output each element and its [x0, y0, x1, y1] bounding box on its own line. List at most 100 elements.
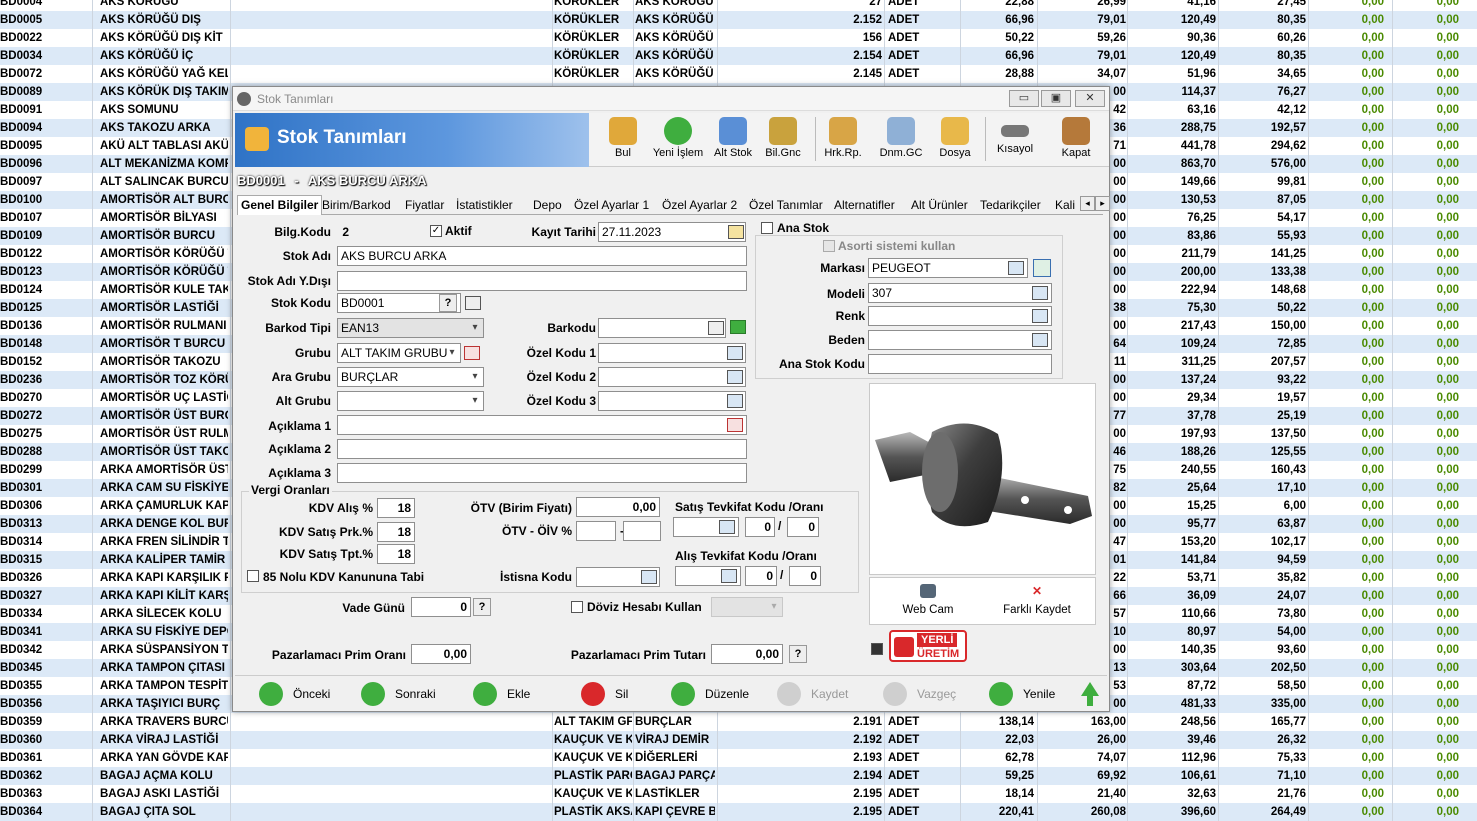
tab-ozel-ayarlar-2[interactable]: Özel Ayarlar 2	[659, 196, 740, 214]
previous-button[interactable]: Önceki	[259, 682, 349, 706]
tab-fiyatlar[interactable]: Fiyatlar	[402, 196, 447, 214]
tab-depo[interactable]: Depo	[530, 196, 565, 214]
document-icon[interactable]	[465, 296, 481, 310]
grid-row[interactable]: BD0359 ARKA TRAVERS BURCU ALT TAKIM GF BURÇ…	[0, 713, 1477, 731]
barkod-tipi-select[interactable]: EAN13	[337, 318, 484, 338]
tab-tedarikciler[interactable]: Tedarikçiler	[977, 196, 1044, 214]
grubu-select[interactable]: ALT TAKIM GRUBU	[337, 343, 461, 363]
go-up-button[interactable]	[1081, 682, 1101, 706]
asorti-checkbox[interactable]	[823, 240, 835, 252]
file-button[interactable]: Dosya	[933, 115, 977, 165]
delete-button[interactable]: Sil	[581, 682, 651, 706]
shortcut-button[interactable]: Kısayol	[991, 115, 1039, 165]
movement-report-button[interactable]: Hrk.Rp.	[821, 115, 865, 165]
close-form-button[interactable]: Kapat	[1055, 115, 1097, 165]
beden-field[interactable]	[868, 330, 1052, 350]
prim-orani-field[interactable]: 0,00	[411, 644, 471, 664]
document-icon[interactable]	[708, 321, 724, 335]
tab-birim-barkod[interactable]: Birim/Barkod	[319, 196, 394, 214]
lookup-icon[interactable]	[1032, 309, 1048, 323]
add-icon[interactable]	[730, 320, 746, 334]
kayit-tarihi-field[interactable]: 27.11.2023	[598, 222, 746, 242]
next-button[interactable]: Sonraki	[361, 682, 451, 706]
ara-grubu-select[interactable]: BURÇLAR	[337, 367, 484, 387]
update-info-button[interactable]: Bil.Gnc	[761, 115, 805, 165]
renk-field[interactable]	[868, 306, 1052, 326]
list-icon[interactable]	[727, 418, 743, 432]
origin-checkbox[interactable]	[871, 643, 883, 655]
lookup-icon[interactable]	[721, 569, 737, 583]
sub-stock-button[interactable]: Alt Stok	[711, 115, 755, 165]
lookup-icon[interactable]	[719, 520, 735, 534]
tab-scroll-left[interactable]: ◂	[1080, 196, 1095, 211]
tab-istatistikler[interactable]: İstatistikler	[453, 196, 516, 214]
markasi-field[interactable]: PEUGEOT	[868, 258, 1028, 278]
alis-tevkifat-a-field[interactable]: 0	[745, 566, 777, 586]
lookup-icon[interactable]	[727, 394, 743, 408]
grid-row[interactable]: BD0361 ARKA YAN GÖVDE KAPI KAUÇUK VE KADİĞ…	[0, 749, 1477, 767]
find-button[interactable]: Bul	[603, 115, 643, 165]
alis-tevkifat-b-field[interactable]: 0	[789, 566, 821, 586]
lookup-icon[interactable]	[727, 370, 743, 384]
tab-scroll-right[interactable]: ▸	[1095, 196, 1110, 211]
otv-oiv-field-1[interactable]	[576, 521, 616, 541]
webcam-button[interactable]: Web Cam	[878, 584, 978, 616]
stok-adi-yd-field[interactable]	[337, 271, 747, 291]
grid-row[interactable]: BD0364 BAGAJ ÇITA SOL PLASTİK AKSA KAPI ÇEV…	[0, 803, 1477, 821]
ana-stok-kodu-field[interactable]	[868, 354, 1052, 374]
doviz-checkbox[interactable]	[571, 601, 583, 613]
lookup-icon[interactable]	[1008, 261, 1024, 275]
stok-adi-field[interactable]: AKS BURCU ARKA	[337, 246, 747, 266]
aciklama-2-field[interactable]	[337, 439, 747, 459]
ozel-kodu-2-field[interactable]	[598, 367, 746, 387]
list-icon[interactable]	[464, 346, 480, 360]
modeli-field[interactable]: 307	[868, 283, 1052, 303]
otv-field[interactable]: 0,00	[576, 497, 660, 517]
satis-tevkifat-a-field[interactable]: 0	[745, 517, 775, 537]
period-button[interactable]: Dnm.GC	[877, 115, 925, 165]
grid-row[interactable]: BD0360 ARKA VİRAJ LASTİĞİ KAUÇUK VE KAVİRA…	[0, 731, 1477, 749]
kdv-alis-field[interactable]: 18	[377, 498, 415, 518]
tab-alternatifler[interactable]: Alternatifler	[831, 196, 898, 214]
vade-gunu-field[interactable]: 0	[411, 597, 471, 617]
grid-row[interactable]: BD0362 BAGAJ AÇMA KOLU PLASTİK PARÇ BAGAJ P…	[0, 767, 1477, 785]
kanun-checkbox[interactable]	[247, 570, 259, 582]
image-icon[interactable]	[1033, 259, 1051, 277]
tab-genel-bilgiler[interactable]: Genel Bilgiler	[237, 195, 323, 215]
tab-ozel-tanimlar[interactable]: Özel Tanımlar	[746, 196, 826, 214]
new-record-button[interactable]: Yeni İşlem	[649, 115, 707, 165]
grid-row[interactable]: BD0363 BAGAJ ASKI LASTİĞİ KAUÇUK VE KALAST…	[0, 785, 1477, 803]
calendar-icon[interactable]	[728, 225, 744, 239]
prim-help-button[interactable]: ?	[789, 645, 807, 663]
vade-help-button[interactable]: ?	[473, 598, 491, 616]
ana-stok-checkbox[interactable]	[761, 222, 773, 234]
otv-oiv-field-2[interactable]	[623, 521, 661, 541]
grid-row[interactable]: BD0004 AKS KÖRÜĞÜ KÖRÜKLER AKS KÖRÜĞÜ 27 ADET…	[0, 0, 1477, 11]
save-as-button[interactable]: ✕ Farklı Kaydet	[982, 584, 1092, 616]
alt-grubu-select[interactable]	[337, 391, 484, 411]
tab-ozel-ayarlar-1[interactable]: Özel Ayarlar 1	[571, 196, 652, 214]
edit-button[interactable]: Düzenle	[671, 682, 761, 706]
grid-row[interactable]: BD0022 AKS KÖRÜĞÜ DIŞ KİT KÖRÜKLER AKS KÖRÜ…	[0, 29, 1477, 47]
stok-kodu-help-button[interactable]: ?	[439, 294, 457, 312]
lookup-icon[interactable]	[1032, 286, 1048, 300]
aktif-checkbox[interactable]: ✓	[430, 225, 442, 237]
maximize-button[interactable]: ▣	[1041, 90, 1071, 107]
grid-row[interactable]: BD0072 AKS KÖRÜĞÜ YAĞ KELE KÖRÜKLER AKS KÖR…	[0, 65, 1477, 83]
grid-row[interactable]: BD0005 AKS KÖRÜĞÜ DIŞ KÖRÜKLER AKS KÖRÜĞÜ 2.…	[0, 11, 1477, 29]
tab-kali[interactable]: Kali	[1052, 196, 1078, 214]
cancel-button[interactable]: Vazgeç	[883, 682, 973, 706]
aciklama-3-field[interactable]	[337, 463, 747, 483]
save-button[interactable]: Kaydet	[777, 682, 867, 706]
satis-tevkifat-b-field[interactable]: 0	[787, 517, 819, 537]
lookup-icon[interactable]	[641, 570, 657, 584]
close-button[interactable]: ✕	[1075, 90, 1105, 107]
ozel-kodu-1-field[interactable]	[598, 343, 746, 363]
minimize-button[interactable]: ▭	[1009, 90, 1039, 107]
prim-tutari-field[interactable]: 0,00	[711, 644, 783, 664]
refresh-button[interactable]: Yenile	[989, 682, 1069, 706]
lookup-icon[interactable]	[1032, 333, 1048, 347]
aciklama-1-field[interactable]	[337, 415, 747, 435]
add-button[interactable]: Ekle	[473, 682, 543, 706]
grid-row[interactable]: BD0034 AKS KÖRÜĞÜ İÇ KÖRÜKLER AKS KÖRÜĞÜ 2.1…	[0, 47, 1477, 65]
